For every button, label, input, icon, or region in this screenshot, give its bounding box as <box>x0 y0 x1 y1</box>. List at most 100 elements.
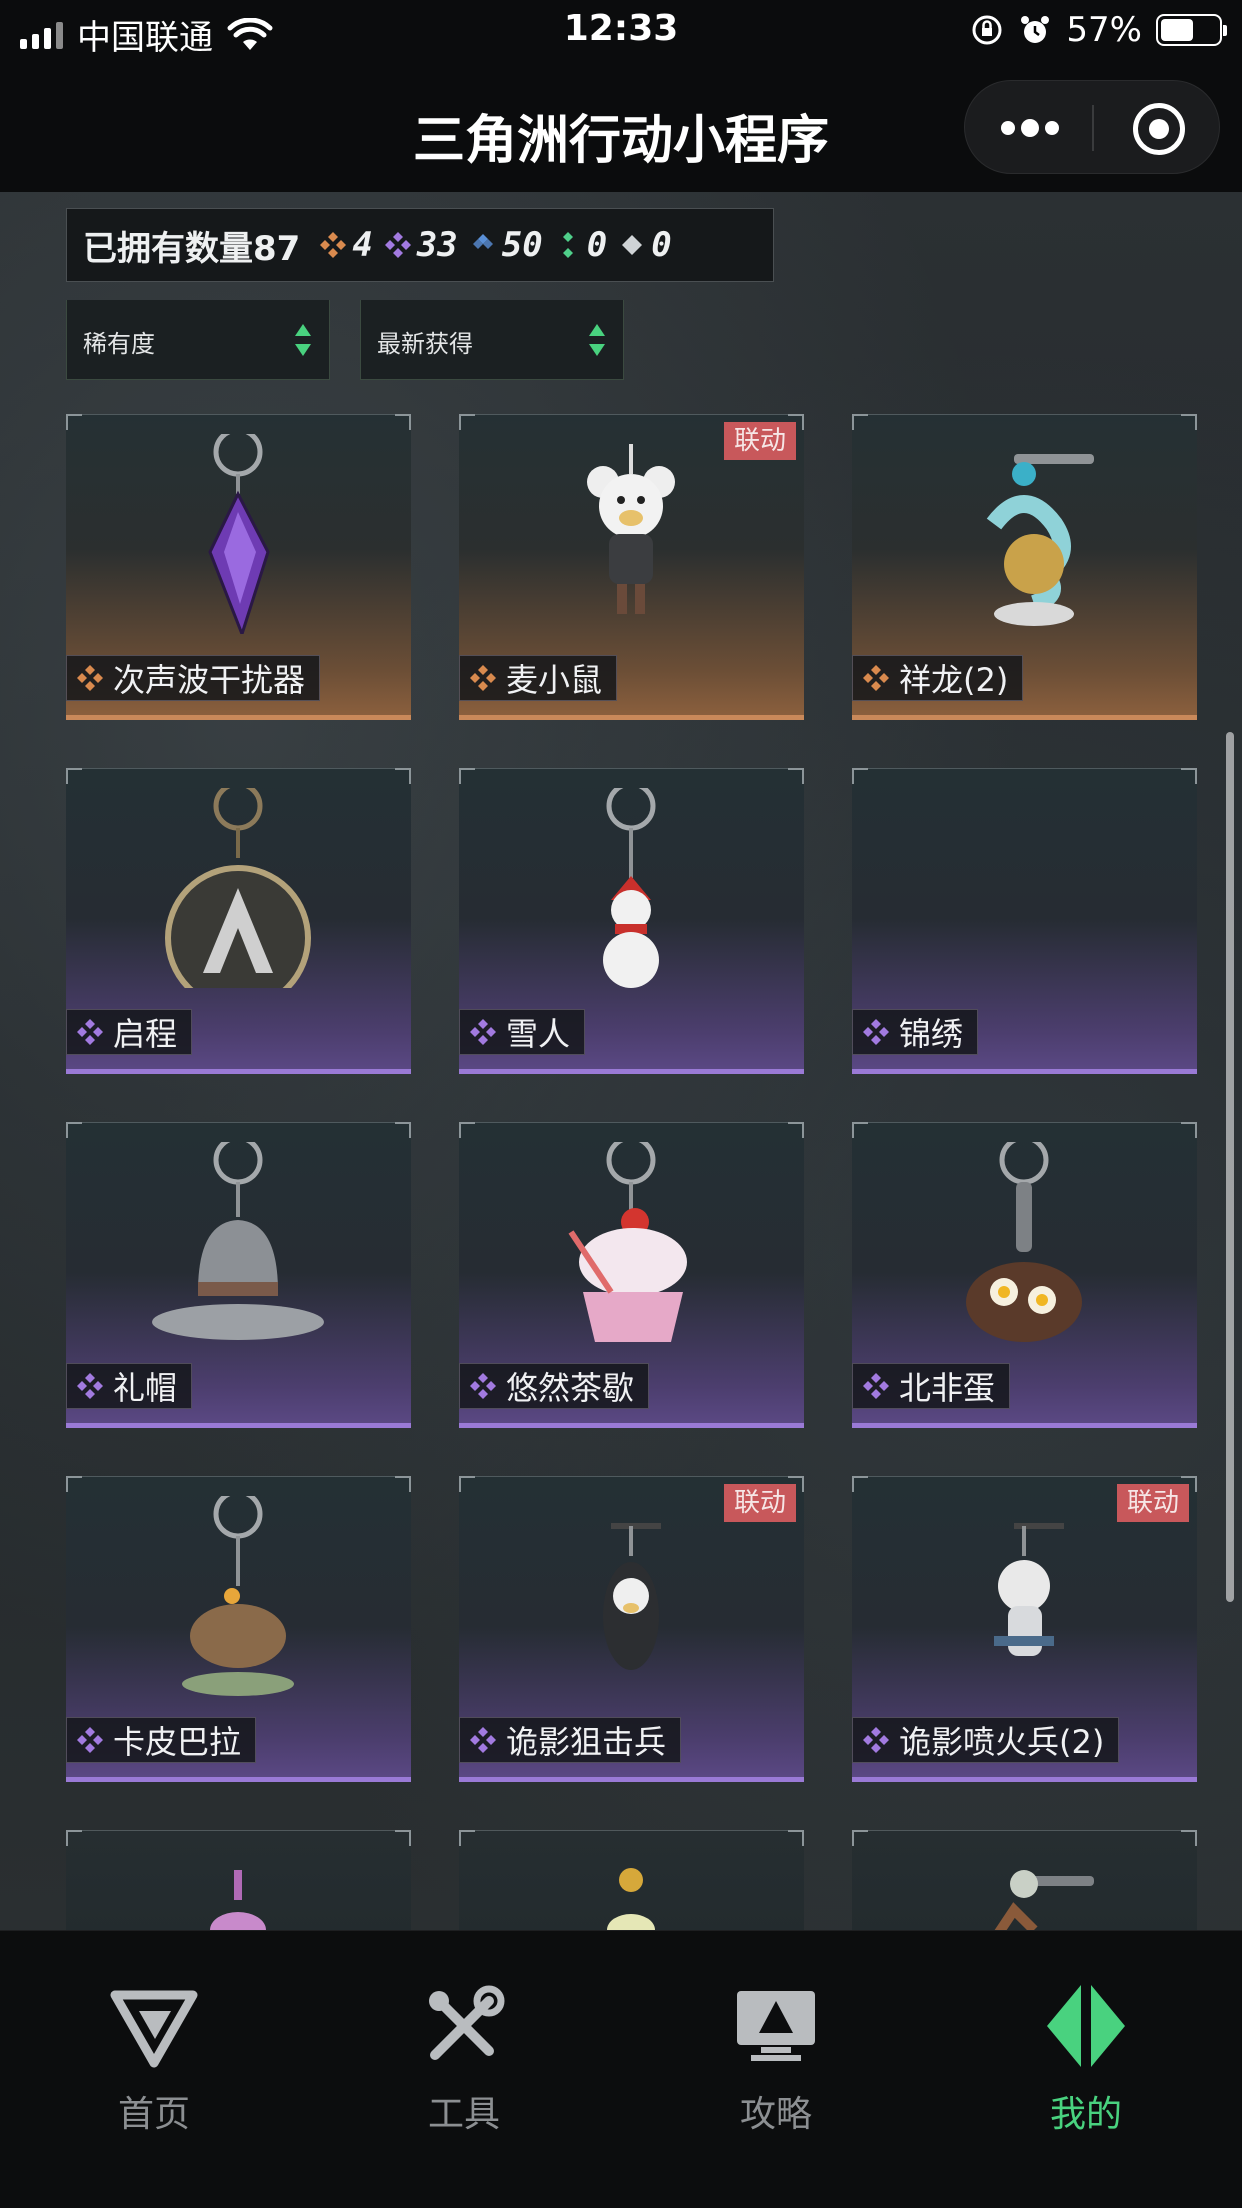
stat-green: 0 <box>553 225 607 265</box>
close-mini-program-button[interactable] <box>1133 103 1185 155</box>
scrollbar[interactable] <box>1226 732 1234 1602</box>
sniper-figure-keychain-icon <box>603 1523 661 1670</box>
orientation-lock-icon <box>972 15 1002 45</box>
guide-icon <box>737 1991 815 2061</box>
item-name-tag: 麦小鼠 <box>459 655 618 701</box>
item-name-tag: 次声波干扰器 <box>66 655 321 701</box>
acquired-sort-dropdown[interactable]: 最新获得 <box>360 300 624 380</box>
stat-gold-value: 4 <box>352 225 373 265</box>
item-card[interactable]: 锦绣 <box>852 768 1197 1074</box>
white-diamond-icon <box>622 235 643 255</box>
purple-diamond-icon <box>863 1727 889 1753</box>
item-card[interactable]: 礼帽 <box>66 1122 411 1428</box>
purple-diamond-icon <box>470 1727 496 1753</box>
item-name: 诡影狙击兵 <box>506 1723 667 1761</box>
battery-percent: 57% <box>1066 10 1142 50</box>
snowman-keychain-icon <box>603 788 659 988</box>
collab-badge: 联动 <box>723 422 796 460</box>
stat-blue: 50 <box>468 225 543 265</box>
item-name-tag: 礼帽 <box>66 1363 193 1409</box>
blue-diamond-icon <box>472 234 493 249</box>
owned-summary: 已拥有数量87 4 33 50 0 0 <box>66 208 774 282</box>
more-options-button[interactable] <box>995 111 1065 145</box>
tab-home[interactable]: 首页 <box>54 1981 254 2137</box>
item-name: 麦小鼠 <box>506 661 603 699</box>
item-name: 礼帽 <box>113 1369 178 1407</box>
tab-tools-label: 工具 <box>427 2094 500 2135</box>
item-card[interactable]: 卡皮巴拉 <box>66 1476 411 1782</box>
purple-diamond-icon <box>384 232 411 258</box>
item-card[interactable] <box>852 1830 1197 1930</box>
rarity-sort-dropdown[interactable]: 稀有度 <box>66 300 330 380</box>
mouse-figure-keychain-icon <box>587 444 675 614</box>
item-card[interactable]: 次声波干扰器 <box>66 414 411 720</box>
capybara-keychain-icon <box>182 1496 294 1696</box>
mini-program-capsule <box>964 80 1220 174</box>
fedora-hat-keychain-icon <box>152 1142 324 1340</box>
item-card[interactable]: 联动 诡影喷火兵(2) <box>852 1476 1197 1782</box>
status-bar: 中国联通 12:33 57% <box>0 0 1242 64</box>
item-card[interactable]: 悠然茶歇 <box>459 1122 804 1428</box>
purple-diamond-icon <box>77 1019 103 1045</box>
purple-diamond-icon <box>77 1373 103 1399</box>
alarm-icon <box>1021 16 1050 43</box>
tab-tools[interactable]: 工具 <box>364 1981 564 2137</box>
tab-guide-label: 攻略 <box>739 2094 812 2135</box>
item-card[interactable]: 启程 <box>66 768 411 1074</box>
green-diamond-icon <box>562 232 573 258</box>
pink-charm-keychain-icon <box>210 1870 266 1930</box>
item-name-tag: 诡影狙击兵 <box>459 1717 682 1763</box>
item-name-tag: 北非蛋 <box>852 1363 1011 1409</box>
item-name: 诡影喷火兵(2) <box>899 1723 1105 1761</box>
collection-content[interactable]: 已拥有数量87 4 33 50 0 0 稀有度 最新获得 次声波干扰器 联动 麦… <box>0 192 1242 1930</box>
gold-diamond-icon <box>320 232 347 258</box>
item-name: 启程 <box>113 1015 178 1053</box>
item-card[interactable] <box>66 1830 411 1930</box>
stat-gold: 4 <box>318 225 373 265</box>
item-name: 次声波干扰器 <box>113 661 306 699</box>
sort-arrows-icon <box>589 324 605 356</box>
item-card[interactable]: 联动 诡影狙击兵 <box>459 1476 804 1782</box>
item-card[interactable]: 祥龙(2) <box>852 414 1197 720</box>
item-card[interactable] <box>459 1830 804 1930</box>
item-name: 锦绣 <box>899 1015 964 1053</box>
flamethrower-figure-keychain-icon <box>994 1523 1064 1656</box>
owned-count-label: 已拥有数量87 <box>83 228 301 269</box>
collab-badge: 联动 <box>723 1484 796 1522</box>
stat-blue-value: 50 <box>501 225 543 265</box>
collab-badge: 联动 <box>1116 1484 1189 1522</box>
item-card[interactable]: 北非蛋 <box>852 1122 1197 1428</box>
bottom-tab-bar: 首页 工具 攻略 我的 <box>0 1930 1242 2208</box>
yellow-charm-keychain-icon <box>607 1868 655 1930</box>
item-card[interactable]: 联动 麦小鼠 <box>459 414 804 720</box>
purple-diamond-icon <box>863 1373 889 1399</box>
purple-diamond-icon <box>470 1019 496 1045</box>
acquired-sort-label: 最新获得 <box>377 330 473 358</box>
item-name: 雪人 <box>506 1015 571 1053</box>
stat-white-value: 0 <box>651 225 672 265</box>
crystal-keychain-icon <box>208 434 270 634</box>
stat-white: 0 <box>617 225 672 265</box>
battery-icon <box>1156 14 1227 46</box>
item-name: 北非蛋 <box>899 1369 996 1407</box>
item-name-tag: 启程 <box>66 1009 193 1055</box>
purple-diamond-icon <box>863 1019 889 1045</box>
gold-diamond-icon <box>77 665 103 691</box>
tab-guide[interactable]: 攻略 <box>676 1981 876 2137</box>
gold-diamond-icon <box>863 665 889 691</box>
gold-diamond-icon <box>470 665 496 691</box>
item-name: 卡皮巴拉 <box>113 1723 242 1761</box>
stat-purple-value: 33 <box>416 225 458 265</box>
tab-profile[interactable]: 我的 <box>986 1981 1186 2137</box>
item-name-tag: 卡皮巴拉 <box>66 1717 257 1763</box>
item-name-tag: 诡影喷火兵(2) <box>852 1717 1120 1763</box>
item-name-tag: 悠然茶歇 <box>459 1363 650 1409</box>
item-card[interactable]: 雪人 <box>459 768 804 1074</box>
frying-pan-keychain-icon <box>966 1142 1082 1342</box>
rarity-sort-label: 稀有度 <box>83 330 155 358</box>
sort-arrows-icon <box>295 324 311 356</box>
item-name-tag: 祥龙(2) <box>852 655 1024 701</box>
stat-green-value: 0 <box>586 225 608 265</box>
item-name-tag: 锦绣 <box>852 1009 979 1055</box>
profile-icon <box>1047 1985 1125 2067</box>
